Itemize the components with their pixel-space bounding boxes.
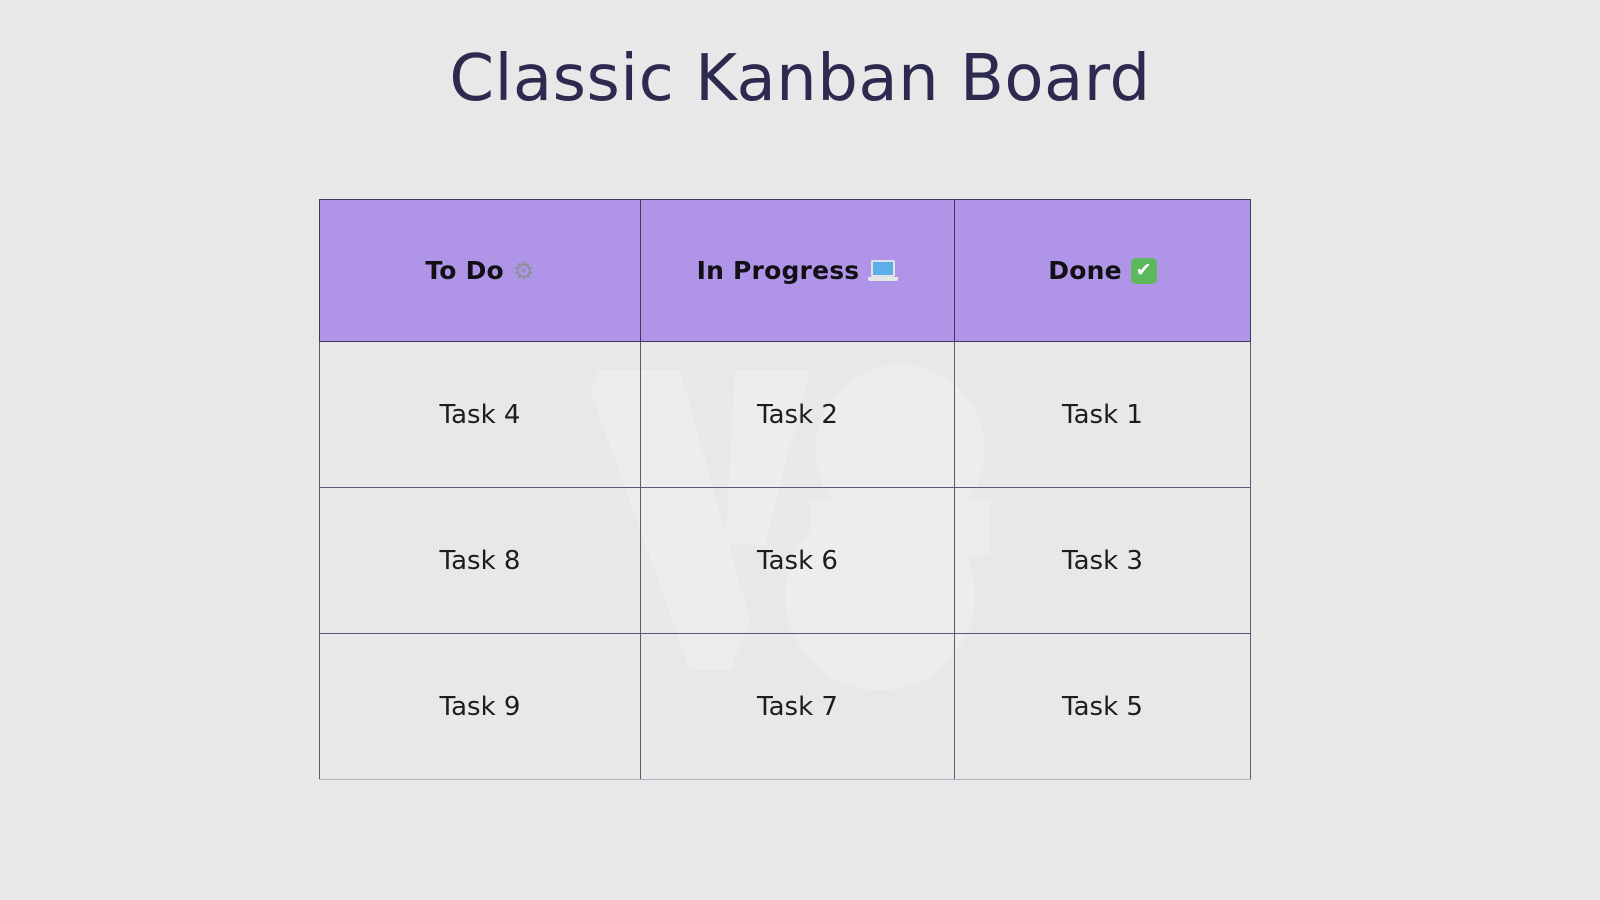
check-mark-button-icon: ✔ [1130, 257, 1157, 284]
card-cell[interactable]: Task 7 [640, 633, 955, 780]
card-cell[interactable]: Task 5 [954, 633, 1251, 780]
table-row: Task 4 Task 2 Task 1 [319, 341, 1251, 488]
card-cell[interactable]: Task 1 [954, 341, 1251, 488]
table-row: Task 9 Task 7 Task 5 [319, 633, 1251, 780]
page-title: Classic Kanban Board [449, 42, 1151, 116]
table-row: Task 8 Task 6 Task 3 [319, 487, 1251, 634]
card-cell[interactable]: Task 8 [319, 487, 641, 634]
kanban-table: To Do ⚙ In Progress Done ✔ Task 4 Task 2… [319, 199, 1251, 780]
card-cell[interactable]: Task 2 [640, 341, 955, 488]
card-cell[interactable]: Task 3 [954, 487, 1251, 634]
column-header-label: In Progress [696, 256, 860, 285]
card-cell[interactable]: Task 6 [640, 487, 955, 634]
column-header-done[interactable]: Done ✔ [954, 199, 1251, 342]
column-header-label: Done [1048, 256, 1122, 285]
column-header-in-progress[interactable]: In Progress [640, 199, 955, 342]
board-header-row: To Do ⚙ In Progress Done ✔ [319, 199, 1251, 342]
gear-icon: ⚙ [512, 256, 535, 285]
laptop-icon [868, 260, 899, 281]
column-header-todo[interactable]: To Do ⚙ [319, 199, 641, 342]
column-header-label: To Do [425, 256, 504, 285]
kanban-board: To Do ⚙ In Progress Done ✔ Task 4 Task 2… [319, 199, 1251, 780]
card-cell[interactable]: Task 9 [319, 633, 641, 780]
card-cell[interactable]: Task 4 [319, 341, 641, 488]
